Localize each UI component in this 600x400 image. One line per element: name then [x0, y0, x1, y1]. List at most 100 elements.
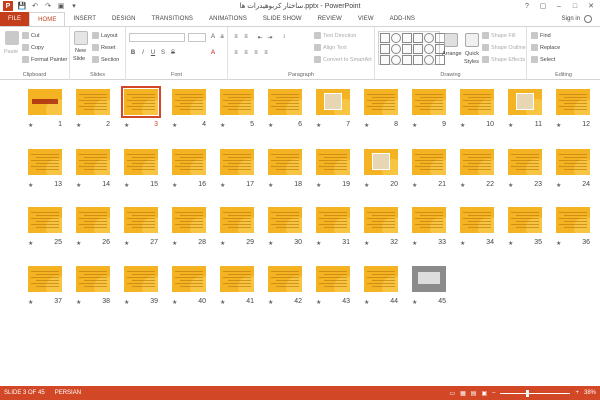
tab-animations[interactable]: ANIMATIONS: [201, 12, 255, 26]
transition-star-icon[interactable]: ★: [316, 240, 321, 247]
language-status[interactable]: PERSIAN: [55, 390, 81, 396]
slide-thumbnail[interactable]: [364, 207, 398, 233]
shapes-gallery[interactable]: [378, 31, 445, 65]
shrink-font-icon[interactable]: a: [218, 33, 226, 41]
transition-star-icon[interactable]: ★: [364, 299, 369, 306]
slide-thumbnail[interactable]: [76, 89, 110, 115]
shape-option[interactable]: [424, 44, 434, 54]
slide-thumbnail[interactable]: [220, 266, 254, 292]
align-text-button[interactable]: Align Text: [314, 44, 347, 51]
transition-star-icon[interactable]: ★: [220, 122, 225, 129]
shape-option[interactable]: [380, 55, 390, 65]
new-slide-button[interactable]: New: [75, 48, 86, 54]
transition-star-icon[interactable]: ★: [220, 299, 225, 306]
slide-thumbnail[interactable]: [76, 266, 110, 292]
slide-thumbnail[interactable]: [268, 207, 302, 233]
align-center-icon[interactable]: ≡: [242, 49, 250, 57]
slide-thumbnail[interactable]: [28, 207, 62, 233]
slide-thumbnail[interactable]: [508, 207, 542, 233]
shape-option[interactable]: [413, 44, 423, 54]
transition-star-icon[interactable]: ★: [364, 240, 369, 247]
sign-in[interactable]: Sign in: [562, 15, 592, 23]
slide-thumbnail[interactable]: [364, 266, 398, 292]
sign-in-link[interactable]: Sign in: [562, 16, 580, 22]
tab-file[interactable]: FILE: [0, 12, 30, 26]
section-button[interactable]: Section: [92, 56, 119, 63]
slide-thumbnail[interactable]: [172, 266, 206, 292]
slide-thumbnail[interactable]: [460, 149, 494, 175]
slide-thumbnail[interactable]: [316, 89, 350, 115]
tab-home[interactable]: HOME: [29, 12, 66, 26]
slide-thumbnail[interactable]: [412, 149, 446, 175]
transition-star-icon[interactable]: ★: [460, 240, 465, 247]
slide-thumbnail[interactable]: [28, 266, 62, 292]
shadow-icon[interactable]: S: [159, 49, 167, 57]
slide-thumbnail[interactable]: [124, 266, 158, 292]
save-icon[interactable]: 💾: [17, 2, 27, 10]
shape-option[interactable]: [391, 55, 401, 65]
font-color-icon[interactable]: A: [209, 49, 217, 57]
shape-option[interactable]: [424, 33, 434, 43]
font-size-dropdown[interactable]: [188, 33, 206, 42]
slide-thumbnail[interactable]: [220, 89, 254, 115]
feedback-smile-icon[interactable]: [584, 15, 592, 23]
undo-icon[interactable]: ↶: [30, 2, 40, 10]
paste-button[interactable]: Paste: [4, 49, 18, 55]
transition-star-icon[interactable]: ★: [124, 240, 129, 247]
slide-thumbnail[interactable]: [220, 207, 254, 233]
slide-thumbnail[interactable]: [172, 149, 206, 175]
transition-star-icon[interactable]: ★: [76, 122, 81, 129]
tab-insert[interactable]: INSERT: [65, 12, 104, 26]
slide-thumbnail[interactable]: [508, 89, 542, 115]
italic-icon[interactable]: I: [139, 49, 147, 57]
slide-thumbnail[interactable]: [172, 207, 206, 233]
layout-button[interactable]: Layout: [92, 32, 118, 39]
transition-star-icon[interactable]: ★: [364, 182, 369, 189]
slide-thumbnail[interactable]: [508, 149, 542, 175]
transition-star-icon[interactable]: ★: [556, 240, 561, 247]
replace-button[interactable]: Replace: [531, 44, 560, 51]
bullets-icon[interactable]: ≡: [232, 33, 240, 41]
transition-star-icon[interactable]: ★: [124, 299, 129, 306]
tab-transitions[interactable]: TRANSITIONS: [144, 12, 201, 26]
transition-star-icon[interactable]: ★: [508, 182, 513, 189]
transition-star-icon[interactable]: ★: [364, 122, 369, 129]
slide-sorter-view-icon[interactable]: ▦: [460, 390, 466, 397]
slide-thumbnail[interactable]: [220, 149, 254, 175]
slide-thumbnail[interactable]: [172, 89, 206, 115]
slide-thumbnail[interactable]: [316, 207, 350, 233]
transition-star-icon[interactable]: ★: [412, 182, 417, 189]
customize-qat-icon[interactable]: ▾: [69, 2, 79, 10]
reset-button[interactable]: Reset: [92, 44, 115, 51]
arrange-button[interactable]: Arrange: [442, 51, 462, 57]
select-button[interactable]: Select: [531, 56, 555, 63]
transition-star-icon[interactable]: ★: [316, 299, 321, 306]
shape-option[interactable]: [413, 55, 423, 65]
slide-thumbnail[interactable]: [124, 207, 158, 233]
slide-sorter[interactable]: ★ 12 ★ 11 ★ 10 ★ 9 ★ 8 ★ 7 ★ 6 ★ 5 ★ 4 ★ 3 ★ 2 ★ 1 ★ 24 ★ 23 ★ 22 ★ 21 ★…: [0, 81, 600, 386]
transition-star-icon[interactable]: ★: [28, 122, 33, 129]
slide-thumbnail[interactable]: [412, 266, 446, 292]
transition-star-icon[interactable]: ★: [556, 122, 561, 129]
slide-thumbnail[interactable]: [412, 207, 446, 233]
shape-option[interactable]: [413, 33, 423, 43]
tab-review[interactable]: REVIEW: [310, 12, 350, 26]
transition-star-icon[interactable]: ★: [316, 122, 321, 129]
shape-option[interactable]: [402, 55, 412, 65]
arrange-icon[interactable]: [444, 33, 458, 47]
transition-star-icon[interactable]: ★: [28, 299, 33, 306]
tab-slide-show[interactable]: SLIDE SHOW: [255, 12, 310, 26]
transition-star-icon[interactable]: ★: [508, 122, 513, 129]
format-painter-button[interactable]: Format Painter: [22, 56, 67, 63]
transition-star-icon[interactable]: ★: [412, 240, 417, 247]
slide-thumbnail[interactable]: [364, 89, 398, 115]
new-slide-icon[interactable]: [74, 31, 88, 45]
slide-thumbnail[interactable]: [316, 266, 350, 292]
slide-thumbnail[interactable]: [76, 149, 110, 175]
shape-effects-button[interactable]: Shape Effects: [482, 56, 525, 63]
zoom-in-button[interactable]: +: [575, 390, 579, 396]
shape-option[interactable]: [402, 33, 412, 43]
normal-view-icon[interactable]: ▭: [449, 390, 455, 397]
ribbon-display-icon[interactable]: ▢: [536, 0, 550, 12]
zoom-slider-thumb[interactable]: [526, 389, 530, 397]
